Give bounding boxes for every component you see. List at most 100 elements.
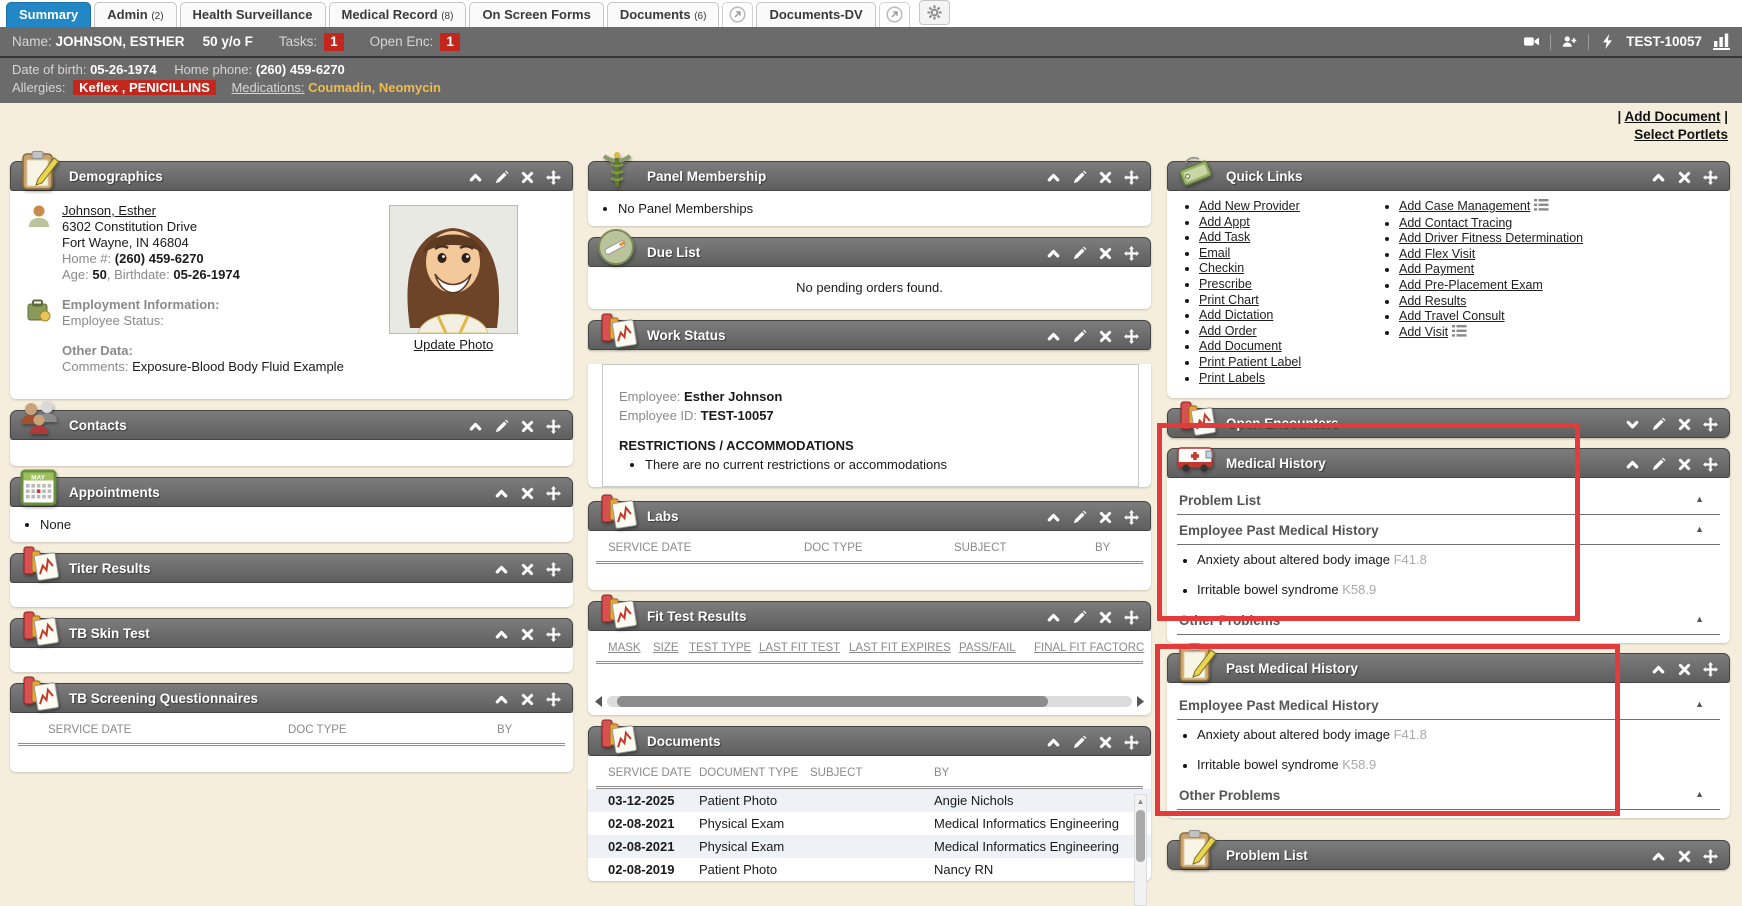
move-portlet-icon[interactable]	[546, 562, 561, 577]
list-icon[interactable]	[1534, 199, 1549, 216]
close-portlet-icon[interactable]	[1677, 170, 1692, 185]
column-header-mask[interactable]: MASK	[608, 642, 641, 654]
move-portlet-icon[interactable]	[546, 419, 561, 434]
quick-link-add-new-provider[interactable]: Add New Provider	[1199, 199, 1300, 213]
column-header-test-type[interactable]: TEST TYPE	[689, 642, 751, 654]
allergies-value[interactable]: Keflex , PENICILLINS	[73, 80, 216, 95]
move-portlet-icon[interactable]	[1124, 170, 1139, 185]
portlet-header[interactable]: Panel Membership	[588, 161, 1151, 191]
close-portlet-icon[interactable]	[1098, 170, 1113, 185]
add-document-link[interactable]: Add Document	[1624, 109, 1720, 124]
popout-icon[interactable]	[722, 2, 753, 27]
quick-link-add-payment[interactable]: Add Payment	[1399, 262, 1474, 276]
close-portlet-icon[interactable]	[1098, 329, 1113, 344]
medications-link[interactable]: Medications:	[231, 80, 304, 95]
history-section-other-problems[interactable]: Other Problems ▲	[1177, 780, 1720, 810]
column-header-last-fit-test[interactable]: LAST FIT TEST	[759, 642, 840, 654]
move-portlet-icon[interactable]	[1703, 662, 1718, 677]
quick-link-add-contact-tracing[interactable]: Add Contact Tracing	[1399, 216, 1512, 230]
collapse-portlet-icon[interactable]	[468, 419, 483, 434]
collapse-portlet-icon[interactable]	[1651, 662, 1666, 677]
close-portlet-icon[interactable]	[520, 170, 535, 185]
lightning-icon[interactable]	[1600, 34, 1615, 49]
collapse-portlet-icon[interactable]	[1046, 735, 1061, 750]
quick-link-add-travel-consult[interactable]: Add Travel Consult	[1399, 309, 1505, 323]
scroll-right-icon[interactable]	[1136, 696, 1145, 707]
portlet-header[interactable]: Quick Links	[1167, 161, 1730, 191]
table-row[interactable]: 02-08-2021Physical ExamMedical Informati…	[588, 812, 1151, 835]
quick-link-email[interactable]: Email	[1199, 246, 1230, 260]
close-portlet-icon[interactable]	[520, 486, 535, 501]
column-header-pass-fail[interactable]: PASS/FAIL	[959, 642, 1016, 654]
move-portlet-icon[interactable]	[1124, 610, 1139, 625]
collapse-section-icon[interactable]: ▲	[1695, 789, 1704, 799]
tasks-count-badge[interactable]: 1	[324, 33, 344, 51]
expand-portlet-icon[interactable]	[1625, 417, 1640, 432]
collapse-section-icon[interactable]: ▲	[1695, 524, 1704, 534]
edit-portlet-icon[interactable]	[494, 170, 509, 185]
collapse-portlet-icon[interactable]	[1651, 170, 1666, 185]
portlet-header[interactable]: MAY Appointments	[10, 477, 573, 507]
portlet-header[interactable]: Labs	[588, 501, 1151, 531]
vertical-scrollbar[interactable]: ▲	[1134, 794, 1147, 906]
history-section-employee-past-medical-history[interactable]: Employee Past Medical History ▲	[1177, 515, 1720, 545]
scroll-thumb[interactable]	[1136, 810, 1145, 862]
portlet-header[interactable]: Documents	[588, 726, 1151, 756]
bar-chart-icon[interactable]	[1713, 33, 1730, 50]
move-portlet-icon[interactable]	[1124, 510, 1139, 525]
close-portlet-icon[interactable]	[1677, 457, 1692, 472]
quick-link-add-appt[interactable]: Add Appt	[1199, 215, 1250, 229]
column-header-last-fit-expires[interactable]: LAST FIT EXPIRES	[849, 642, 951, 654]
close-portlet-icon[interactable]	[1098, 735, 1113, 750]
column-header-final-fit-factor[interactable]: FINAL FIT FACTOR	[1034, 642, 1136, 654]
portlet-header[interactable]: Past Medical History	[1167, 653, 1730, 683]
settings-gear-icon[interactable]	[919, 0, 950, 25]
add-person-icon[interactable]	[1562, 34, 1577, 49]
close-portlet-icon[interactable]	[1098, 246, 1113, 261]
edit-portlet-icon[interactable]	[494, 419, 509, 434]
portlet-header[interactable]: TB Screening Questionnaires	[10, 683, 573, 713]
list-icon[interactable]	[1452, 325, 1467, 342]
collapse-portlet-icon[interactable]	[468, 170, 483, 185]
table-row[interactable]: 03-12-2025Patient PhotoAngie Nichols	[588, 789, 1151, 812]
collapse-portlet-icon[interactable]	[494, 562, 509, 577]
collapse-portlet-icon[interactable]	[1625, 457, 1640, 472]
move-portlet-icon[interactable]	[1703, 417, 1718, 432]
portlet-header[interactable]: Problem List	[1167, 840, 1730, 870]
column-header-c[interactable]: C	[1136, 642, 1144, 654]
close-portlet-icon[interactable]	[1677, 662, 1692, 677]
portlet-header[interactable]: Open Encounters	[1167, 408, 1730, 438]
close-portlet-icon[interactable]	[520, 627, 535, 642]
edit-portlet-icon[interactable]	[1072, 735, 1087, 750]
close-portlet-icon[interactable]	[520, 562, 535, 577]
table-row[interactable]: 02-08-2021Physical ExamMedical Informati…	[588, 835, 1151, 858]
scroll-thumb[interactable]	[617, 696, 1048, 707]
move-portlet-icon[interactable]	[1703, 457, 1718, 472]
portlet-header[interactable]: Work Status	[588, 320, 1151, 350]
portlet-header[interactable]: Titer Results	[10, 553, 573, 583]
close-portlet-icon[interactable]	[520, 692, 535, 707]
quick-link-add-driver-fitness-determination[interactable]: Add Driver Fitness Determination	[1399, 231, 1583, 245]
portlet-header[interactable]: Contacts	[10, 410, 573, 440]
open-enc-count-badge[interactable]: 1	[440, 33, 460, 51]
quick-link-print-chart[interactable]: Print Chart	[1199, 293, 1259, 307]
tab-on-screen-forms[interactable]: On Screen Forms	[469, 2, 603, 27]
portlet-header[interactable]: Fit Test Results	[588, 601, 1151, 631]
edit-portlet-icon[interactable]	[1072, 510, 1087, 525]
collapse-portlet-icon[interactable]	[494, 486, 509, 501]
update-photo-link[interactable]: Update Photo	[414, 337, 494, 352]
move-portlet-icon[interactable]	[1124, 329, 1139, 344]
edit-portlet-icon[interactable]	[1072, 610, 1087, 625]
column-header-size[interactable]: SIZE	[653, 642, 679, 654]
horizontal-scrollbar[interactable]	[588, 690, 1151, 715]
edit-portlet-icon[interactable]	[1072, 170, 1087, 185]
scroll-up-icon[interactable]: ▲	[1135, 795, 1146, 808]
quick-link-print-labels[interactable]: Print Labels	[1199, 371, 1265, 385]
video-camera-icon[interactable]	[1524, 34, 1539, 49]
collapse-portlet-icon[interactable]	[1046, 510, 1061, 525]
quick-link-add-order[interactable]: Add Order	[1199, 324, 1257, 338]
quick-link-checkin[interactable]: Checkin	[1199, 261, 1244, 275]
move-portlet-icon[interactable]	[1124, 735, 1139, 750]
tab-documents-dv[interactable]: Documents-DV	[756, 2, 875, 27]
tab-health-surveillance[interactable]: Health Surveillance	[180, 2, 326, 27]
